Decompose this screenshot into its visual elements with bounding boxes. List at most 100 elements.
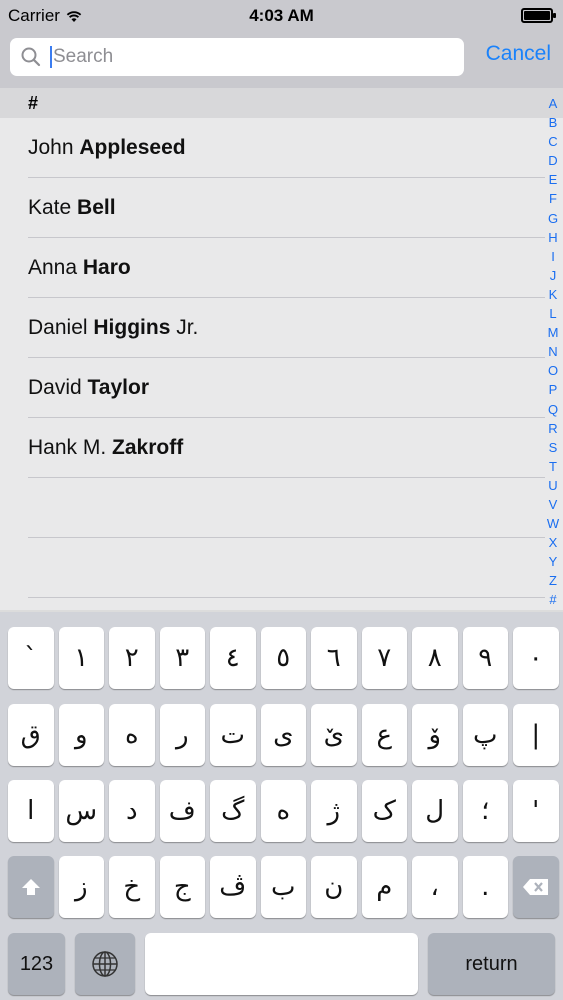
- contact-first-name: Kate: [28, 196, 78, 219]
- key-row2[interactable]: ە: [109, 704, 155, 766]
- return-key[interactable]: return: [428, 933, 555, 995]
- contact-last-name: Taylor: [87, 376, 149, 399]
- key-row3[interactable]: ه: [260, 780, 306, 842]
- index-letter[interactable]: E: [549, 170, 558, 189]
- key-row2[interactable]: پ: [462, 704, 508, 766]
- key-row3[interactable]: ؛: [462, 780, 508, 842]
- index-letter[interactable]: C: [548, 132, 557, 151]
- key-row1[interactable]: ٤: [210, 627, 256, 689]
- status-bar: Carrier 4:03 AM: [0, 0, 563, 30]
- key-row4[interactable]: خ: [109, 856, 155, 918]
- contact-row[interactable]: Daniel Higgins Jr.: [28, 298, 545, 358]
- contact-first-name: Hank M.: [28, 436, 113, 459]
- key-row2[interactable]: ق: [8, 704, 54, 766]
- key-row1[interactable]: ٩: [462, 627, 508, 689]
- index-letter[interactable]: B: [549, 113, 558, 132]
- index-letter[interactable]: U: [548, 476, 557, 495]
- key-row4[interactable]: ڤ: [210, 856, 256, 918]
- contact-first-name: Anna: [28, 256, 83, 279]
- index-letter[interactable]: Z: [549, 571, 557, 590]
- key-row1[interactable]: ٢: [109, 627, 155, 689]
- key-row3[interactable]: ': [513, 780, 559, 842]
- key-row1[interactable]: `: [8, 627, 54, 689]
- key-row4[interactable]: .: [462, 856, 508, 918]
- key-row4[interactable]: ز: [58, 856, 104, 918]
- key-row1[interactable]: ٧: [361, 627, 407, 689]
- index-letter[interactable]: #: [549, 590, 556, 609]
- contact-row[interactable]: John Appleseed: [28, 118, 545, 178]
- index-letter[interactable]: K: [549, 285, 558, 304]
- key-row2[interactable]: ع: [361, 704, 407, 766]
- index-letter[interactable]: Y: [549, 552, 558, 571]
- index-letter[interactable]: T: [549, 457, 557, 476]
- space-key[interactable]: [145, 933, 418, 995]
- delete-icon: [522, 879, 548, 895]
- index-letter[interactable]: A: [549, 94, 558, 113]
- index-letter[interactable]: S: [549, 438, 558, 457]
- index-letter[interactable]: P: [549, 380, 558, 399]
- index-letter[interactable]: I: [551, 247, 555, 266]
- index-letter[interactable]: X: [549, 533, 558, 552]
- empty-row: [28, 478, 545, 538]
- key-row1[interactable]: ٦: [311, 627, 357, 689]
- index-letter[interactable]: L: [549, 304, 556, 323]
- key-row3[interactable]: ل: [412, 780, 458, 842]
- key-row2[interactable]: ی: [260, 704, 306, 766]
- numbers-key[interactable]: 123: [8, 933, 65, 995]
- index-letter[interactable]: G: [548, 209, 558, 228]
- key-row3[interactable]: ف: [159, 780, 205, 842]
- key-row2[interactable]: ت: [210, 704, 256, 766]
- key-row4[interactable]: م: [361, 856, 407, 918]
- key-row2[interactable]: و: [58, 704, 104, 766]
- key-row4[interactable]: ج: [159, 856, 205, 918]
- contact-rows: John Appleseed Kate Bell Anna Haro Daniel H…: [0, 118, 545, 598]
- contact-last-name: Haro: [82, 256, 131, 279]
- key-row4[interactable]: ن: [311, 856, 357, 918]
- key-row1[interactable]: ٠: [513, 627, 559, 689]
- key-row3[interactable]: ژ: [311, 780, 357, 842]
- key-row3[interactable]: گ: [210, 780, 256, 842]
- key-row3[interactable]: ک: [361, 780, 407, 842]
- index-letter[interactable]: V: [549, 495, 558, 514]
- index-letter[interactable]: D: [548, 151, 557, 170]
- index-letter[interactable]: N: [548, 342, 557, 361]
- search-input[interactable]: [52, 46, 432, 68]
- key-row1[interactable]: ٣: [159, 627, 205, 689]
- index-letter[interactable]: W: [547, 514, 559, 533]
- contact-row[interactable]: Anna Haro: [28, 238, 545, 298]
- contact-row[interactable]: Hank M. Zakroff: [28, 418, 545, 478]
- contact-last-name: Higgins: [93, 316, 171, 339]
- index-letter[interactable]: F: [549, 189, 557, 208]
- contact-last-name: Bell: [77, 196, 116, 219]
- contact-row[interactable]: David Taylor: [28, 358, 545, 418]
- key-row1[interactable]: ٨: [412, 627, 458, 689]
- section-index[interactable]: A B C D E F G H I J K L M N O P Q R S T U V W X Y Z #: [543, 94, 563, 610]
- contact-last-name: Zakroff: [112, 436, 184, 459]
- search-field[interactable]: [10, 38, 464, 76]
- key-row1[interactable]: ٥: [260, 627, 306, 689]
- index-letter[interactable]: O: [548, 361, 558, 380]
- index-letter[interactable]: H: [548, 228, 557, 247]
- key-row2[interactable]: ێ: [311, 704, 357, 766]
- key-row2[interactable]: ۆ: [412, 704, 458, 766]
- key-row3[interactable]: ا: [8, 780, 54, 842]
- shift-key[interactable]: [8, 856, 54, 918]
- globe-key[interactable]: [75, 933, 135, 995]
- delete-key[interactable]: [513, 856, 559, 918]
- index-letter[interactable]: M: [548, 323, 559, 342]
- key-row3[interactable]: س: [58, 780, 104, 842]
- index-letter[interactable]: R: [548, 419, 557, 438]
- key-row2[interactable]: ر: [159, 704, 205, 766]
- key-row1[interactable]: ١: [58, 627, 104, 689]
- key-row4[interactable]: ،: [412, 856, 458, 918]
- key-row4[interactable]: ب: [260, 856, 306, 918]
- key-row3[interactable]: د: [109, 780, 155, 842]
- clock: 4:03 AM: [249, 6, 314, 25]
- index-letter[interactable]: Q: [548, 400, 558, 419]
- cancel-button[interactable]: Cancel: [486, 42, 551, 66]
- search-icon: [21, 47, 41, 67]
- index-letter[interactable]: J: [550, 266, 557, 285]
- contact-row[interactable]: Kate Bell: [28, 178, 545, 238]
- key-row2[interactable]: |: [513, 704, 559, 766]
- contact-first-name: Daniel: [28, 316, 94, 339]
